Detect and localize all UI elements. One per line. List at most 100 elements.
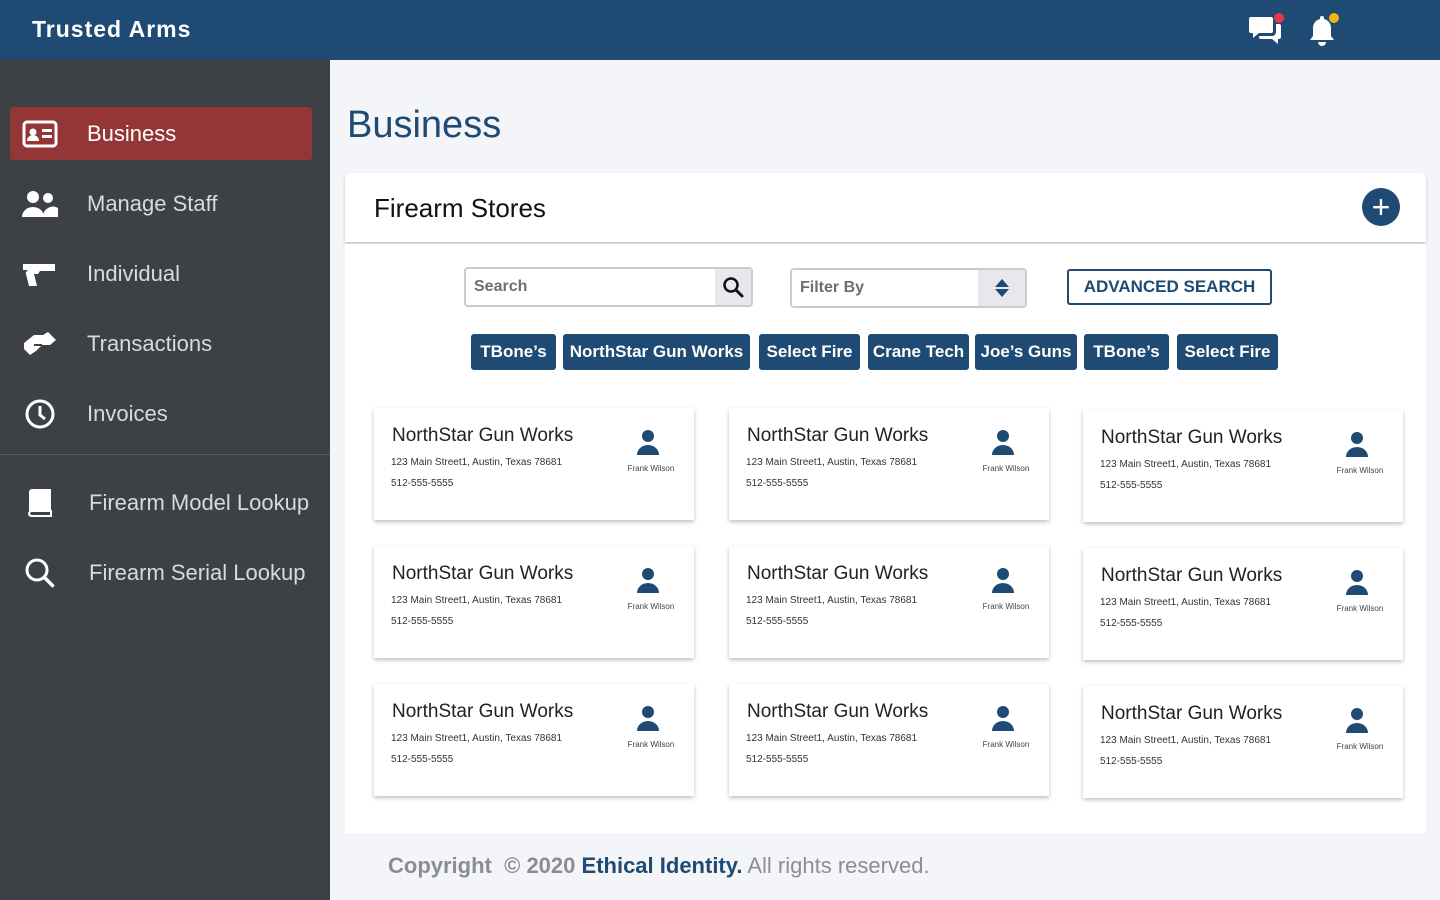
filter-chip[interactable]: Joe’s Guns [975, 334, 1077, 370]
filter-chip[interactable]: Select Fire [1177, 334, 1278, 370]
user-icon [992, 568, 1014, 593]
sidebar-item-label: Manage Staff [87, 190, 218, 216]
filter-chip[interactable]: Crane Tech [868, 334, 969, 370]
footer-year: © 2020 [504, 853, 576, 878]
store-card[interactable]: NorthStar Gun Works 123 Main Street1, Aus… [1083, 686, 1403, 798]
store-phone: 512-555-5555 [391, 754, 454, 765]
sidebar-divider [0, 454, 330, 455]
store-name: NorthStar Gun Works [392, 425, 574, 446]
filter-chip[interactable]: TBone’s [1084, 334, 1169, 370]
chat-bubbles-icon[interactable] [1246, 10, 1286, 50]
store-address: 123 Main Street1, Austin, Texas 78681 [391, 595, 563, 606]
bell-icon[interactable] [1302, 10, 1342, 50]
search-field [464, 267, 753, 307]
store-owner: Frank Wilson [982, 464, 1030, 473]
filter-chip[interactable]: Select Fire [759, 334, 860, 370]
footer-company[interactable]: Ethical Identity. [582, 853, 743, 878]
sidebar-item-label: Firearm Model Lookup [89, 489, 310, 515]
id-card-icon [20, 114, 60, 154]
store-address: 123 Main Street1, Austin, Texas 78681 [746, 733, 918, 744]
sidebar-item-label: Firearm Serial Lookup [89, 559, 306, 585]
panel-header: Firearm Stores + [345, 173, 1426, 242]
sidebar-item-label: Transactions [87, 330, 213, 356]
footer-rights: All rights reserved. [747, 853, 930, 878]
sidebar-item-manage-staff[interactable]: Manage Staff [10, 177, 312, 230]
handshake-icon [20, 324, 60, 364]
store-owner: Frank Wilson [627, 602, 675, 611]
store-phone: 512-555-5555 [391, 616, 454, 627]
filter-field [790, 268, 1030, 308]
handgun-icon [20, 254, 60, 294]
store-owner: Frank Wilson [1336, 742, 1384, 751]
store-address: 123 Main Street1, Austin, Texas 78681 [1100, 597, 1272, 608]
store-phone: 512-555-5555 [746, 478, 809, 489]
search-button[interactable] [715, 269, 751, 305]
store-owner: Frank Wilson [982, 740, 1030, 749]
store-card[interactable]: NorthStar Gun Works 123 Main Street1, Aus… [729, 408, 1049, 520]
book-icon [20, 483, 60, 523]
store-address: 123 Main Street1, Austin, Texas 78681 [746, 457, 918, 468]
store-address: 123 Main Street1, Austin, Texas 78681 [746, 595, 918, 606]
clock-icon [20, 394, 60, 434]
store-phone: 512-555-5555 [746, 754, 809, 765]
advanced-search-button[interactable]: ADVANCED SEARCH [1067, 269, 1272, 305]
add-store-button[interactable]: + [1362, 188, 1400, 226]
store-name: NorthStar Gun Works [1101, 565, 1283, 586]
store-name: NorthStar Gun Works [747, 701, 929, 722]
store-address: 123 Main Street1, Austin, Texas 78681 [391, 457, 563, 468]
store-phone: 512-555-5555 [746, 616, 809, 627]
footer: Copyright © 2020 Ethical Identity. All r… [388, 853, 930, 879]
sidebar-item-label: Business [87, 120, 177, 146]
panel-title: Firearm Stores [374, 193, 546, 223]
store-name: NorthStar Gun Works [392, 701, 574, 722]
sidebar-item-label: Invoices [87, 400, 168, 426]
store-card[interactable]: NorthStar Gun Works 123 Main Street1, Aus… [374, 408, 694, 520]
sidebar-item-transactions[interactable]: Transactions [10, 317, 312, 370]
store-address: 123 Main Street1, Austin, Texas 78681 [391, 733, 563, 744]
sidebar-item-business[interactable]: Business [10, 107, 312, 160]
store-name: NorthStar Gun Works [392, 563, 574, 584]
app-title: Trusted Arms [32, 16, 192, 42]
notification-badge [1329, 13, 1339, 23]
store-card[interactable]: NorthStar Gun Works 123 Main Street1, Aus… [1083, 548, 1403, 660]
user-icon [1346, 570, 1368, 595]
top-bar: Trusted Arms [0, 0, 1440, 60]
sort-arrows-icon[interactable] [978, 270, 1025, 306]
store-phone: 512-555-5555 [1100, 618, 1163, 629]
user-icon [637, 706, 659, 731]
store-address: 123 Main Street1, Austin, Texas 78681 [1100, 735, 1272, 746]
store-card[interactable]: NorthStar Gun Works 123 Main Street1, Aus… [729, 684, 1049, 796]
store-phone: 512-555-5555 [391, 478, 454, 489]
search-input[interactable] [474, 278, 704, 296]
sidebar-item-label: Individual [87, 260, 180, 286]
store-phone: 512-555-5555 [1100, 480, 1163, 491]
sidebar-item-invoices[interactable]: Invoices [10, 387, 312, 440]
user-icon [637, 568, 659, 593]
user-icon [992, 430, 1014, 455]
store-card[interactable]: NorthStar Gun Works 123 Main Street1, Aus… [374, 546, 694, 658]
page-title: Business [347, 104, 502, 146]
store-owner: Frank Wilson [982, 602, 1030, 611]
sidebar-item-individual[interactable]: Individual [10, 247, 312, 300]
store-owner: Frank Wilson [1336, 604, 1384, 613]
store-card[interactable]: NorthStar Gun Works 123 Main Street1, Aus… [729, 546, 1049, 658]
store-phone: 512-555-5555 [1100, 756, 1163, 767]
user-icon [637, 430, 659, 455]
user-icon [1346, 708, 1368, 733]
user-icon [992, 706, 1014, 731]
store-name: NorthStar Gun Works [747, 425, 929, 446]
sidebar-item-firearm-model-lookup[interactable]: Firearm Model Lookup [10, 476, 312, 529]
sidebar-item-firearm-serial-lookup[interactable]: Firearm Serial Lookup [10, 546, 312, 599]
plus-icon: + [1371, 189, 1391, 225]
store-owner: Frank Wilson [627, 740, 675, 749]
message-badge [1274, 13, 1284, 23]
store-owner: Frank Wilson [627, 464, 675, 473]
store-card[interactable]: NorthStar Gun Works 123 Main Street1, Aus… [1083, 410, 1403, 522]
search-icon [20, 553, 60, 593]
store-name: NorthStar Gun Works [1101, 703, 1283, 724]
filter-chip[interactable]: NorthStar Gun Works [563, 334, 750, 370]
search-icon [723, 277, 744, 298]
store-card[interactable]: NorthStar Gun Works 123 Main Street1, Aus… [374, 684, 694, 796]
store-owner: Frank Wilson [1336, 466, 1384, 475]
filter-chip[interactable]: TBone’s [471, 334, 556, 370]
